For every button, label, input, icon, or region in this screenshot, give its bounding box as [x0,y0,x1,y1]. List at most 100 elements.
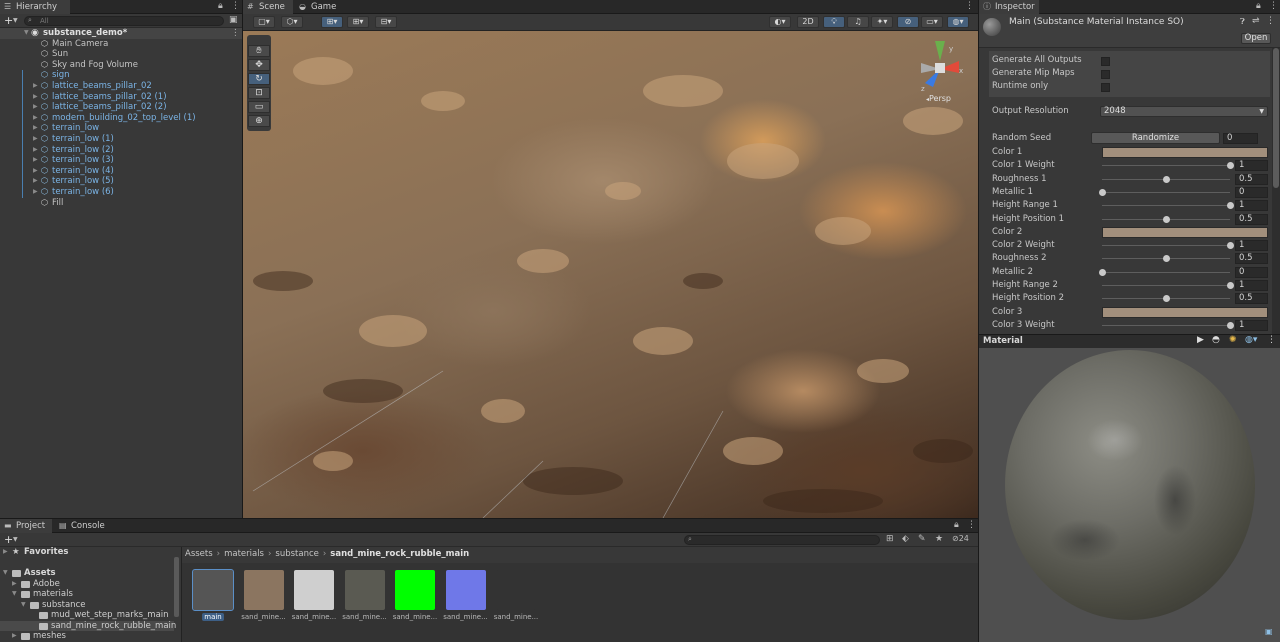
param-slider-track[interactable] [1102,202,1234,210]
sphere-preview-icon[interactable]: ◓ [1212,335,1220,345]
scrollbar-thumb[interactable] [1273,48,1279,188]
hierarchy-row[interactable]: ▶ ⬡ lattice_beams_pillar_02 (2) [0,102,242,113]
asset-thumbnail[interactable] [243,570,284,610]
param-slider-knob[interactable] [1227,162,1234,170]
scene-root-row[interactable]: ▼ ◉ substance_demo* ⋮ [0,28,242,39]
hierarchy-row[interactable]: ⬡ Main Camera [0,39,242,50]
projection-label[interactable]: ◂Persp [926,94,951,103]
expand-arrow-icon[interactable]: ▶ [33,176,38,187]
lighting-preview-icon[interactable]: ✺ [1229,335,1237,345]
gizmo-y-axis[interactable] [935,41,945,61]
tab-project[interactable]: ▬ Project [0,519,52,533]
hierarchy-row[interactable]: ⬡ Sky and Fog Volume [0,60,242,71]
project-tree-row[interactable]: ▶ Adobe [0,579,174,590]
project-tree-row[interactable]: ▶ meshes [0,631,174,642]
gizmo-center[interactable] [935,63,945,73]
expand-arrow-icon[interactable]: ▶ [12,579,17,590]
audio-toggle-button[interactable]: ♫ [847,16,869,28]
expand-arrow-icon[interactable]: ▶ [33,123,38,134]
project-tree-row[interactable]: ▼ substance [0,600,174,611]
scale-tool-button[interactable]: ⊡ [248,87,270,99]
lock-icon[interactable]: 🔒︎ [954,520,959,530]
favorites-row[interactable]: ▶ ★ Favorites [0,547,180,558]
toggle-2d-button[interactable]: 2D [797,16,819,28]
asset-thumbnail[interactable] [496,570,536,610]
hierarchy-row[interactable]: ▶ ⬡ terrain_low (1) [0,134,242,145]
param-slider-knob[interactable] [1163,175,1170,183]
hierarchy-row[interactable]: ▶ ⬡ lattice_beams_pillar_02 [0,81,242,92]
param-slider-track[interactable] [1102,255,1230,263]
param-value-field[interactable]: 1 [1235,240,1268,252]
inspector-scrollbar[interactable] [1272,48,1280,334]
color-swatch[interactable] [1102,226,1268,238]
param-slider-knob[interactable] [1227,321,1234,329]
param-value-field[interactable]: 0 [1235,186,1268,198]
param-slider-knob[interactable] [1163,255,1170,263]
grid-toggle-button[interactable]: ⊞▾ [347,16,369,28]
checkbox[interactable] [1101,70,1110,79]
scene-viewport[interactable]: ✋︎ ✥ ↻ ⊡ ▭ ⊕ y x z ◂Persp [243,31,978,518]
param-slider-knob[interactable] [1227,282,1234,289]
color-swatch[interactable] [1102,306,1268,318]
hierarchy-row[interactable]: ▶ ⬡ modern_building_02_top_level (1) [0,112,242,124]
param-value-field[interactable]: 1 [1235,280,1268,291]
randomize-button[interactable]: Randomize [1091,132,1220,144]
param-slider-knob[interactable] [1163,215,1170,223]
param-value-field[interactable]: 0 [1235,266,1268,278]
pivot-button[interactable]: ⬡▾ [281,16,303,28]
tab-scene[interactable]: # Scene [243,0,293,14]
breadcrumb-item[interactable]: substance [275,549,318,559]
project-tree-row[interactable]: mud_wet_step_marks_main [0,610,174,621]
dropdown-arrow-icon[interactable]: ▼ [13,17,18,24]
search-by-label-icon[interactable]: ⬖ [902,534,909,544]
param-value-field[interactable]: 0.5 [1235,253,1268,265]
expand-arrow-icon[interactable]: ▶ [33,145,38,156]
asset-thumbnail[interactable] [192,569,234,611]
param-slider-track[interactable] [1099,188,1230,196]
lock-icon[interactable]: 🔒︎ [1256,1,1261,11]
param-slider-knob[interactable] [1163,295,1170,303]
dropdown-arrow-icon[interactable]: ▼ [13,536,18,543]
param-value-field[interactable]: 0.5 [1235,293,1268,305]
expand-arrow-icon[interactable]: ▶ [33,134,38,145]
favorite-star-icon[interactable]: ★ [935,534,943,544]
project-tree-row[interactable]: ▼ materials [0,589,174,600]
tab-console[interactable]: ▤ Console [55,519,109,533]
hierarchy-row[interactable]: ▶ ⬡ terrain_low (4) [0,165,242,177]
breadcrumb-item[interactable]: materials [224,549,264,559]
expand-arrow-icon[interactable]: ▶ [33,113,38,124]
shading-mode-button[interactable]: ◐▾ [769,16,791,28]
param-slider-track[interactable] [1102,242,1234,250]
kebab-menu-icon[interactable]: ⋮ [1269,1,1278,11]
param-slider-knob[interactable] [1227,202,1234,210]
rect-tool-button[interactable]: ▭ [248,101,270,113]
scene-visibility-icon[interactable]: ▣ [229,15,238,25]
material-sphere[interactable] [1005,350,1255,620]
param-slider-track[interactable] [1102,282,1234,289]
draw-mode-button[interactable]: ▢▾ [253,16,275,28]
kebab-menu-icon[interactable]: ⋮ [967,520,976,530]
expand-arrow-icon[interactable]: ▶ [33,81,38,92]
transform-tool-button[interactable]: ⊕ [248,115,270,127]
settings-icon[interactable]: ⇌ [1252,16,1260,26]
param-slider-track[interactable] [1102,175,1230,183]
camera-button[interactable]: ▭▾ [921,16,943,28]
param-value-field[interactable]: 1 [1235,319,1268,331]
expand-arrow-icon[interactable]: ▼ [24,28,29,39]
effects-button[interactable]: ✦▾ [871,16,893,28]
random-seed-field[interactable]: 0 [1223,133,1258,144]
scene-menu-icon[interactable]: ⋮ [231,28,240,39]
gizmos-button[interactable]: ◍▾ [947,16,969,28]
param-value-field[interactable]: 0.5 [1235,173,1268,185]
param-value-field[interactable]: 0.5 [1235,213,1268,225]
expand-arrow-icon[interactable]: ▶ [33,102,38,113]
grid-snap-button[interactable]: ⊞▾ [321,16,343,28]
preview-menu-icon[interactable]: ◍▾ [1245,335,1257,345]
expand-arrow-icon[interactable]: ▶ [12,631,17,642]
assets-row[interactable]: ▼ Assets [0,568,180,579]
checkbox[interactable] [1101,57,1110,66]
hierarchy-row[interactable]: ▶ ⬡ terrain_low (3) [0,155,242,166]
asset-thumbnail[interactable] [445,570,486,610]
project-search[interactable]: ⌕ [684,535,880,545]
more-icon[interactable]: ⋮ [1266,16,1275,26]
